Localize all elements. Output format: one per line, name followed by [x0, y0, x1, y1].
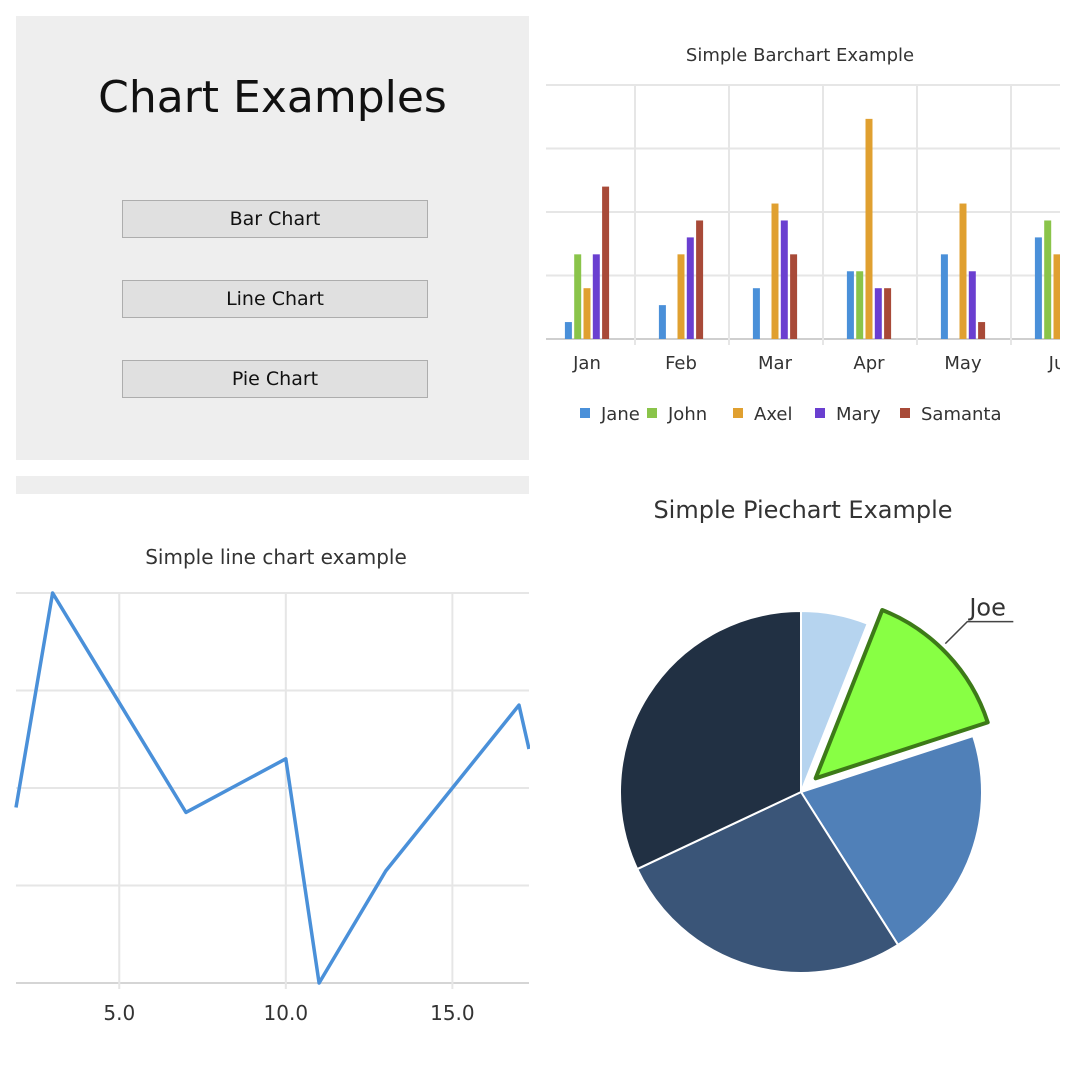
bar-samanta-may	[978, 322, 986, 339]
bar-john-apr	[856, 271, 864, 339]
bar-samanta-jan	[602, 186, 610, 339]
legend-label-mary: Mary	[836, 404, 881, 425]
bar-axel-mar	[771, 203, 779, 339]
bar-axel-jan	[583, 288, 591, 339]
bar-axel-ju	[1053, 254, 1060, 339]
legend-label-john: John	[667, 404, 707, 425]
bar-mary-may	[968, 271, 976, 339]
pie-chart-title: Simple Piechart Example	[653, 496, 952, 524]
bar-axel-feb	[677, 254, 685, 339]
legend-label-samanta: Samanta	[921, 404, 1002, 425]
legend-swatch-mary	[815, 408, 825, 418]
bar-x-label: May	[944, 353, 982, 374]
bar-samanta-feb	[696, 220, 704, 339]
bar-samanta-mar	[790, 254, 798, 339]
legend-label-jane: Jane	[600, 404, 640, 425]
pie-chart-button[interactable]: Pie Chart	[122, 360, 428, 398]
bar-chart-x-labels: Jan Feb Mar Apr May Ju	[572, 353, 1060, 374]
bar-jane-mar	[752, 288, 760, 339]
app-title: Chart Examples	[98, 72, 447, 123]
bar-chart-legend: Jane John Axel Mary Samanta	[580, 404, 1002, 425]
menu-panel: Chart Examples Bar Chart Line Chart Pie …	[16, 16, 529, 460]
bar-chart-bars	[564, 118, 1060, 339]
line-chart: Simple line chart example 5.0 10.0 15.0	[14, 545, 530, 1025]
bar-jane-feb	[658, 305, 666, 339]
bar-jane-may	[940, 254, 948, 339]
bar-x-label: Jan	[572, 353, 601, 374]
line-x-tick-label: 10.0	[264, 1001, 309, 1025]
bar-mary-apr	[874, 288, 882, 339]
legend-label-axel: Axel	[754, 404, 793, 425]
legend-swatch-john	[647, 408, 657, 418]
bar-axel-may	[959, 203, 967, 339]
pie-chart-slices	[619, 608, 990, 974]
bar-samanta-apr	[884, 288, 892, 339]
bar-chart-title: Simple Barchart Example	[686, 45, 914, 66]
bar-mary-jan	[592, 254, 600, 339]
bar-jane-jan	[564, 322, 572, 339]
bar-axel-apr	[865, 118, 873, 339]
legend-swatch-samanta	[900, 408, 910, 418]
pie-label-leader	[944, 620, 1014, 645]
bar-mary-mar	[780, 220, 788, 339]
pie-chart: Simple Piechart Example Joe	[619, 496, 1014, 974]
bar-john-jan	[574, 254, 582, 339]
bar-x-label: Apr	[853, 353, 885, 374]
bar-x-label: Ju	[1048, 353, 1060, 374]
bar-john-ju	[1044, 220, 1052, 339]
divider-strip	[16, 476, 529, 494]
line-chart-title: Simple line chart example	[145, 545, 407, 569]
line-x-tick-label: 5.0	[103, 1001, 135, 1025]
legend-swatch-jane	[580, 408, 590, 418]
bar-x-label: Mar	[758, 353, 793, 374]
line-x-tick-label: 15.0	[430, 1001, 475, 1025]
pie-chart-labels: Joe	[944, 594, 1014, 645]
bar-jane-apr	[846, 271, 854, 339]
bar-mary-feb	[686, 237, 694, 339]
bar-x-label: Feb	[665, 353, 697, 374]
bar-jane-ju	[1034, 237, 1042, 339]
line-chart-button[interactable]: Line Chart	[122, 280, 428, 318]
bar-chart: Simple Barchart Example Jan Feb Mar Apr May J…	[546, 45, 1060, 425]
line-chart-x-labels: 5.0 10.0 15.0	[103, 1001, 474, 1025]
bar-chart-button[interactable]: Bar Chart	[122, 200, 428, 238]
pie-label-joe: Joe	[967, 594, 1006, 622]
bar-chart-grid	[546, 84, 1060, 345]
legend-swatch-axel	[733, 408, 743, 418]
